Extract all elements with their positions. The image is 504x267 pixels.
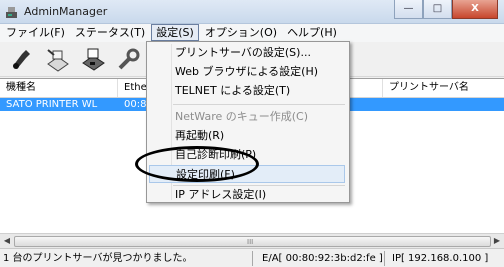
admin-manager-window: AdminManager — □ X ファイル(F) ステータス(T) 設定(S… xyxy=(0,0,504,267)
close-button[interactable]: X xyxy=(452,0,498,19)
title-bar: AdminManager — □ X xyxy=(0,0,504,24)
wrench-icon[interactable] xyxy=(116,46,144,72)
scroll-right-icon[interactable]: ▶ xyxy=(491,236,503,246)
column-header-model[interactable]: 機種名 xyxy=(0,79,118,97)
printer-settings-icon[interactable] xyxy=(80,46,108,72)
scroll-grip: III xyxy=(247,238,254,246)
menu-settings[interactable]: 設定(S) xyxy=(151,24,199,41)
menu-item-web-browser-settings[interactable]: Web ブラウザによる設定(H) xyxy=(147,63,349,81)
menu-help[interactable]: ヘルプ(H) xyxy=(283,24,341,41)
menu-separator xyxy=(173,104,345,105)
maximize-button[interactable]: □ xyxy=(423,0,452,19)
status-bar: 1 台のプリントサーバが見つかりました。 E/A[ 00:80:92:3b:d2… xyxy=(0,248,504,267)
highlight-ellipse xyxy=(135,146,259,182)
scroll-left-icon[interactable]: ◀ xyxy=(1,236,13,246)
tool-pick-icon[interactable] xyxy=(8,46,36,72)
printer-network-icon[interactable] xyxy=(44,46,72,72)
status-divider xyxy=(252,251,253,266)
menu-item-ip-address-settings[interactable]: IP アドレス設定(I) xyxy=(147,186,349,204)
menu-item-print-server-settings[interactable]: プリントサーバの設定(S)... xyxy=(147,44,349,62)
cell-model: SATO PRINTER WL xyxy=(6,99,98,110)
minimize-button[interactable]: — xyxy=(394,0,423,19)
menu-bar: ファイル(F) ステータス(T) 設定(S) オプション(O) ヘルプ(H) xyxy=(0,24,504,42)
column-header-server-name[interactable]: プリントサーバ名 xyxy=(383,79,504,97)
status-ether-address: E/A[ 00:80:92:3b:d2:fe ] xyxy=(262,253,383,264)
status-message: 1 台のプリントサーバが見つかりました。 xyxy=(3,253,193,264)
menu-item-restart[interactable]: 再起動(R) xyxy=(147,127,349,145)
status-ip-address: IP[ 192.168.0.100 ] xyxy=(392,253,489,264)
window-title: AdminManager xyxy=(24,5,108,18)
menu-status[interactable]: ステータス(T) xyxy=(71,24,149,41)
menu-options[interactable]: オプション(O) xyxy=(201,24,281,41)
status-divider xyxy=(384,251,385,266)
menu-item-telnet-settings[interactable]: TELNET による設定(T) xyxy=(147,82,349,100)
scroll-thumb[interactable]: III xyxy=(14,236,491,247)
horizontal-scrollbar[interactable]: ◀ III ▶ xyxy=(0,233,504,248)
menu-file[interactable]: ファイル(F) xyxy=(2,24,69,41)
menu-item-netware-queue: NetWare のキュー作成(C) xyxy=(175,110,309,123)
app-icon xyxy=(6,7,17,18)
